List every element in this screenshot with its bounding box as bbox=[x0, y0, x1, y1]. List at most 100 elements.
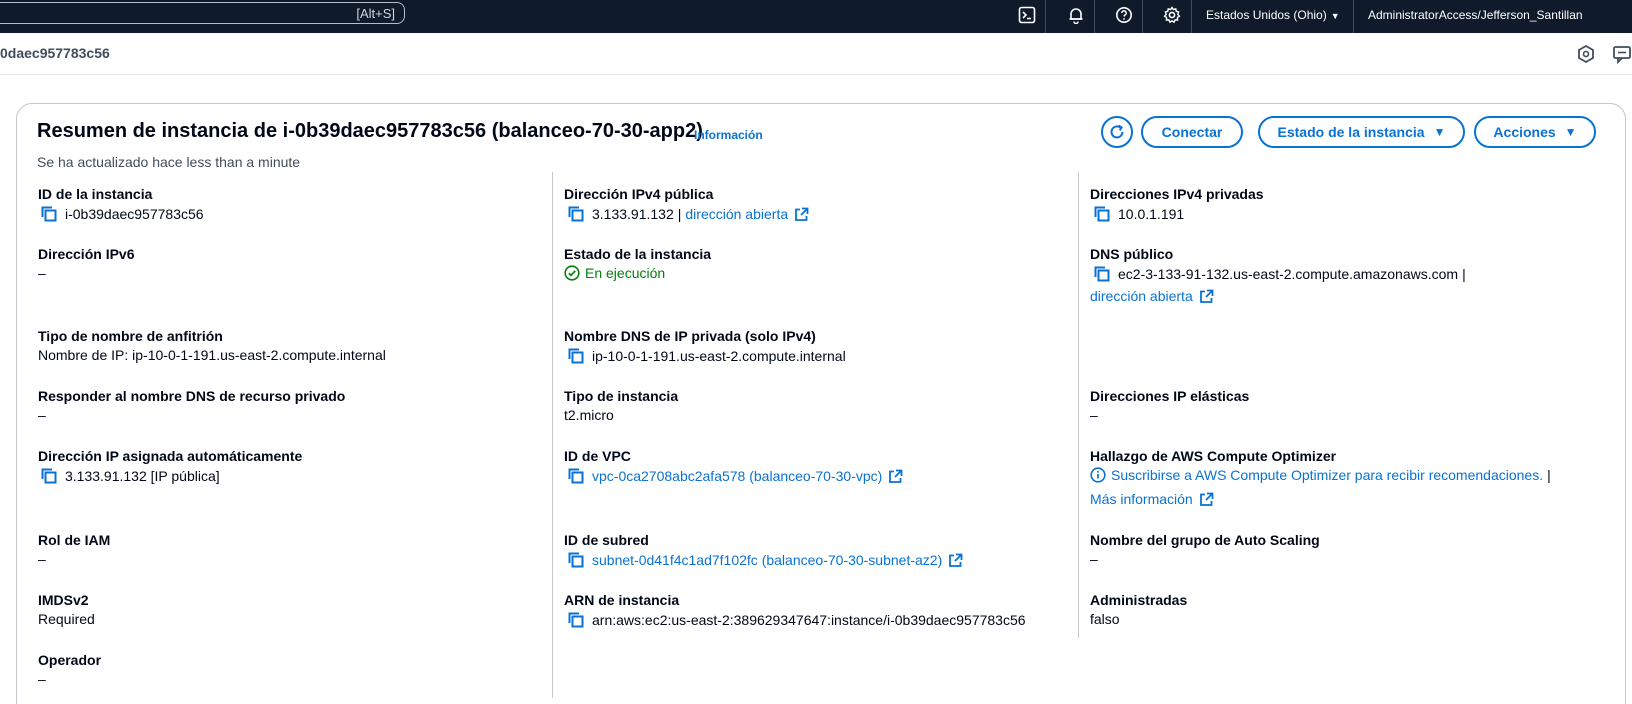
ipv6-value: – bbox=[38, 265, 46, 281]
nav-divider bbox=[1045, 0, 1046, 33]
external-link-icon bbox=[1199, 492, 1214, 506]
separator: | bbox=[677, 206, 682, 222]
imdsv2-label: IMDSv2 bbox=[38, 592, 89, 608]
subnet-id-value: subnet-0d41f4c1ad7f102fc (balanceo-70-30… bbox=[567, 551, 963, 569]
elastic-ip-value: – bbox=[1090, 407, 1098, 423]
auto-scaling-group-label: Nombre del grupo de Auto Scaling bbox=[1090, 532, 1320, 548]
private-dns-label: Nombre DNS de IP privada (solo IPv4) bbox=[564, 328, 816, 344]
copy-icon[interactable] bbox=[1093, 265, 1111, 283]
separator: | bbox=[1462, 266, 1466, 282]
copy-icon[interactable] bbox=[40, 467, 58, 485]
vpc-link[interactable]: vpc-0ca2708abc2afa578 (balanceo-70-30-vp… bbox=[592, 468, 882, 484]
connect-button[interactable]: Conectar bbox=[1141, 116, 1243, 148]
external-link-icon bbox=[1199, 289, 1214, 303]
page-title: Resumen de instancia de i-0b39daec957783… bbox=[37, 120, 703, 142]
instance-state-value: En ejecución bbox=[564, 265, 665, 281]
instance-id-label: ID de la instancia bbox=[38, 186, 153, 202]
instance-type-value: t2.micro bbox=[564, 407, 614, 423]
vpc-id-label: ID de VPC bbox=[564, 448, 631, 464]
refresh-button[interactable] bbox=[1101, 116, 1133, 148]
account-menu[interactable]: AdministratorAccess/Jefferson_Santillan bbox=[1368, 8, 1583, 22]
subnet-id-label: ID de subred bbox=[564, 532, 649, 548]
copy-icon[interactable] bbox=[567, 611, 585, 629]
compute-optimizer-subscribe-link[interactable]: Suscribirse a AWS Compute Optimizer para… bbox=[1111, 467, 1543, 483]
instance-id-text: i-0b39daec957783c56 bbox=[65, 206, 204, 222]
instance-id-value: i-0b39daec957783c56 bbox=[40, 205, 204, 223]
open-address-link[interactable]: dirección abierta bbox=[685, 206, 788, 222]
managed-label: Administradas bbox=[1090, 592, 1188, 608]
public-ipv4-label: Dirección IPv4 pública bbox=[564, 186, 714, 202]
external-link-icon bbox=[889, 469, 903, 483]
private-dns-answer-label: Responder al nombre DNS de recurso priva… bbox=[38, 388, 346, 404]
nav-divider bbox=[1191, 0, 1192, 33]
app-settings-icon[interactable] bbox=[1576, 44, 1596, 64]
elastic-ip-label: Direcciones IP elásticas bbox=[1090, 388, 1250, 404]
caret-down-icon: ▼ bbox=[1564, 125, 1577, 139]
actions-dropdown[interactable]: Acciones ▼ bbox=[1474, 116, 1596, 148]
refresh-icon bbox=[1110, 124, 1124, 139]
subnet-link[interactable]: subnet-0d41f4c1ad7f102fc (balanceo-70-30… bbox=[592, 552, 942, 568]
info-link[interactable]: Información bbox=[694, 128, 763, 142]
auto-ip-text: 3.133.91.132 [IP pública] bbox=[65, 468, 220, 484]
more-info-row: Más información bbox=[1090, 491, 1214, 507]
instance-type-label: Tipo de instancia bbox=[564, 388, 679, 404]
public-dns-text: ec2-3-133-91-132.us-east-2.compute.amazo… bbox=[1118, 266, 1459, 282]
nav-divider bbox=[1094, 0, 1095, 33]
private-dns-text: ip-10-0-1-191.us-east-2.compute.internal bbox=[592, 348, 846, 364]
open-address-link[interactable]: dirección abierta bbox=[1090, 288, 1193, 304]
private-ipv4-text: 10.0.1.191 bbox=[1118, 206, 1185, 222]
caret-down-icon: ▼ bbox=[1433, 125, 1446, 139]
help-icon[interactable] bbox=[1113, 4, 1135, 26]
nav-divider bbox=[1353, 0, 1354, 33]
copy-icon[interactable] bbox=[567, 347, 585, 365]
compute-optimizer-label: Hallazgo de AWS Compute Optimizer bbox=[1090, 448, 1337, 464]
iam-role-label: Rol de IAM bbox=[38, 532, 111, 548]
ipv6-label: Dirección IPv6 bbox=[38, 246, 135, 262]
public-dns-open-row: dirección abierta bbox=[1090, 288, 1214, 304]
settings-gear-icon[interactable] bbox=[1161, 4, 1183, 26]
separator: | bbox=[1547, 467, 1551, 483]
instance-state-text: En ejecución bbox=[585, 265, 666, 281]
public-ipv4-value: 3.133.91.132 | dirección abierta bbox=[567, 205, 809, 223]
check-circle-icon bbox=[564, 265, 580, 281]
nav-divider bbox=[1142, 0, 1143, 33]
public-dns-label: DNS público bbox=[1090, 246, 1174, 262]
managed-value: falso bbox=[1090, 611, 1120, 627]
copy-icon[interactable] bbox=[567, 467, 585, 485]
info-circle-icon bbox=[1090, 467, 1106, 483]
instance-arn-text: arn:aws:ec2:us-east-2:389629347647:insta… bbox=[592, 612, 1026, 628]
region-selector[interactable]: Estados Unidos (Ohio) ▼ bbox=[1206, 8, 1340, 22]
copy-icon[interactable] bbox=[40, 205, 58, 223]
column-divider bbox=[1078, 172, 1079, 638]
instance-arn-label: ARN de instancia bbox=[564, 592, 680, 608]
instance-state-dropdown[interactable]: Estado de la instancia ▼ bbox=[1258, 116, 1465, 148]
copy-icon[interactable] bbox=[1093, 205, 1111, 223]
instance-arn-value: arn:aws:ec2:us-east-2:389629347647:insta… bbox=[567, 611, 1026, 629]
region-label: Estados Unidos (Ohio) bbox=[1206, 8, 1327, 22]
private-dns-answer-value: – bbox=[38, 407, 46, 423]
search-shortcut-hint: [Alt+S] bbox=[356, 6, 395, 21]
copy-icon[interactable] bbox=[567, 205, 585, 223]
operator-label: Operador bbox=[38, 652, 102, 668]
search-bar[interactable]: [Alt+S] bbox=[0, 2, 405, 24]
last-updated-text: Se ha actualizado hace less than a minut… bbox=[37, 154, 301, 170]
top-navigation-bar: [Alt+S] Estados Unidos (Ohio) ▼ Administr… bbox=[0, 0, 1632, 33]
auto-ip-value: 3.133.91.132 [IP pública] bbox=[40, 467, 220, 485]
cloudshell-icon[interactable] bbox=[1016, 4, 1038, 26]
breadcrumb-bar: 0daec957783c56 bbox=[0, 33, 1632, 75]
feedback-icon[interactable] bbox=[1612, 44, 1632, 65]
more-info-link[interactable]: Más información bbox=[1090, 491, 1193, 507]
auto-scaling-group-value: – bbox=[1090, 551, 1098, 567]
notifications-bell-icon[interactable] bbox=[1065, 4, 1087, 26]
column-divider bbox=[552, 172, 553, 698]
hostname-type-value: Nombre de IP: ip-10-0-1-191.us-east-2.co… bbox=[38, 347, 386, 363]
copy-icon[interactable] bbox=[567, 551, 585, 569]
private-ipv4-value: 10.0.1.191 bbox=[1093, 205, 1184, 223]
private-ipv4-label: Direcciones IPv4 privadas bbox=[1090, 186, 1264, 202]
public-dns-value: ec2-3-133-91-132.us-east-2.compute.amazo… bbox=[1093, 265, 1470, 283]
caret-down-icon: ▼ bbox=[1330, 11, 1340, 21]
instance-state-label: Estado de la instancia bbox=[1277, 124, 1425, 140]
instance-state-field-label: Estado de la instancia bbox=[564, 246, 712, 262]
breadcrumb-instance[interactable]: 0daec957783c56 bbox=[0, 45, 110, 61]
auto-ip-label: Dirección IP asignada automáticamente bbox=[38, 448, 303, 464]
